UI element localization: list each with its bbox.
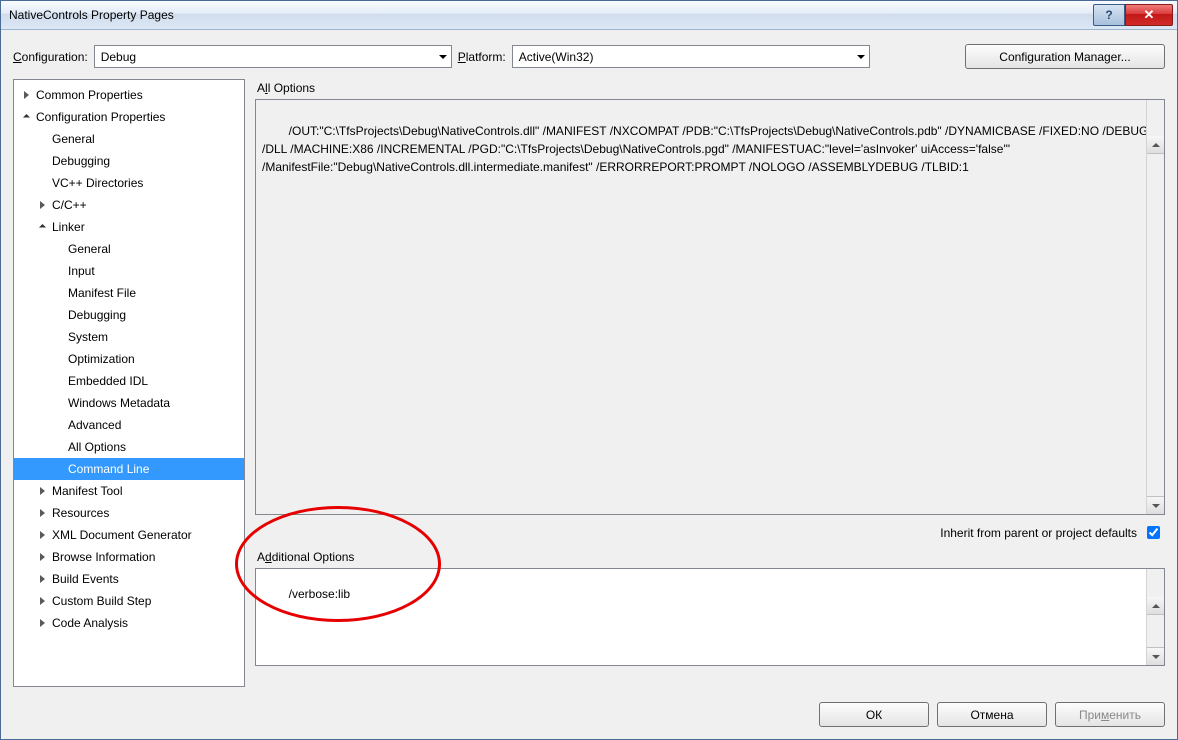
inherit-checkbox[interactable] xyxy=(1147,526,1160,539)
apply-button[interactable]: Применить xyxy=(1055,702,1165,727)
ok-button[interactable]: ОК xyxy=(819,702,929,727)
platform-value: Active(Win32) xyxy=(519,50,594,64)
tree-linker-system[interactable]: System xyxy=(14,326,244,348)
tree-panel[interactable]: Common Properties Configuration Properti… xyxy=(13,79,245,687)
tree-build-events[interactable]: Build Events xyxy=(14,568,244,590)
chevron-right-icon xyxy=(36,529,48,541)
chevron-right-icon xyxy=(36,507,48,519)
scroll-down-icon[interactable] xyxy=(1147,496,1164,514)
tree-common-properties[interactable]: Common Properties xyxy=(14,84,244,106)
platform-dropdown[interactable]: Active(Win32) xyxy=(512,45,870,68)
tree-xml-document-generator[interactable]: XML Document Generator xyxy=(14,524,244,546)
tree-linker-windows-metadata[interactable]: Windows Metadata xyxy=(14,392,244,414)
configuration-value: Debug xyxy=(101,50,136,64)
chevron-right-icon xyxy=(20,89,32,101)
inherit-label: Inherit from parent or project defaults xyxy=(940,526,1137,540)
chevron-down-icon xyxy=(20,111,32,123)
tree-resources[interactable]: Resources xyxy=(14,502,244,524)
tree-linker-optimization[interactable]: Optimization xyxy=(14,348,244,370)
close-icon: ✕ xyxy=(1144,7,1155,23)
chevron-down-icon xyxy=(36,221,48,233)
additional-options-textbox[interactable]: /verbose:lib xyxy=(255,568,1165,666)
tree-manifest-tool[interactable]: Manifest Tool xyxy=(14,480,244,502)
tree-linker-command-line[interactable]: Command Line xyxy=(14,458,244,480)
main-area: Common Properties Configuration Properti… xyxy=(1,79,1177,693)
top-controls: Configuration: Debug Platform: Active(Wi… xyxy=(1,30,1177,79)
additional-options-label: Additional Options xyxy=(255,548,1165,568)
tree-vcpp-directories[interactable]: VC++ Directories xyxy=(14,172,244,194)
chevron-right-icon xyxy=(36,199,48,211)
scroll-up-icon[interactable] xyxy=(1147,136,1164,154)
tree-linker-all-options[interactable]: All Options xyxy=(14,436,244,458)
tree-linker[interactable]: Linker xyxy=(14,216,244,238)
tree-linker-debugging[interactable]: Debugging xyxy=(14,304,244,326)
tree-code-analysis[interactable]: Code Analysis xyxy=(14,612,244,634)
scroll-down-icon[interactable] xyxy=(1147,647,1164,665)
tree-linker-embedded-idl[interactable]: Embedded IDL xyxy=(14,370,244,392)
configuration-dropdown[interactable]: Debug xyxy=(94,45,452,68)
chevron-right-icon xyxy=(36,573,48,585)
chevron-right-icon xyxy=(36,551,48,563)
tree-linker-input[interactable]: Input xyxy=(14,260,244,282)
all-options-textbox[interactable]: /OUT:"C:\TfsProjects\Debug\NativeControl… xyxy=(255,99,1165,515)
titlebar-buttons: ? ✕ xyxy=(1093,4,1173,26)
cancel-button[interactable]: Отмена xyxy=(937,702,1047,727)
chevron-right-icon xyxy=(36,485,48,497)
platform-label: Platform: xyxy=(458,50,506,64)
tree-ccpp[interactable]: C/C++ xyxy=(14,194,244,216)
titlebar: NativeControls Property Pages ? ✕ xyxy=(1,1,1177,30)
tree-general[interactable]: General xyxy=(14,128,244,150)
tree-linker-manifest-file[interactable]: Manifest File xyxy=(14,282,244,304)
dialog-window: NativeControls Property Pages ? ✕ Config… xyxy=(0,0,1178,740)
chevron-right-icon xyxy=(36,617,48,629)
tree-linker-general[interactable]: General xyxy=(14,238,244,260)
configuration-label: Configuration: xyxy=(13,50,88,64)
window-title: NativeControls Property Pages xyxy=(9,8,1093,22)
tree-configuration-properties[interactable]: Configuration Properties xyxy=(14,106,244,128)
tree-linker-advanced[interactable]: Advanced xyxy=(14,414,244,436)
scroll-up-icon[interactable] xyxy=(1147,597,1164,615)
scrollbar[interactable] xyxy=(1146,569,1164,665)
close-button[interactable]: ✕ xyxy=(1125,4,1173,26)
dialog-buttons: ОК Отмена Применить xyxy=(1,693,1177,739)
help-icon: ? xyxy=(1105,8,1112,22)
chevron-right-icon xyxy=(36,595,48,607)
tree-browse-information[interactable]: Browse Information xyxy=(14,546,244,568)
configuration-manager-button[interactable]: Configuration Manager... xyxy=(965,44,1165,69)
scrollbar[interactable] xyxy=(1146,100,1164,514)
all-options-label: All Options xyxy=(255,79,1165,99)
tree-custom-build-step[interactable]: Custom Build Step xyxy=(14,590,244,612)
command-line-page: All Options /OUT:"C:\TfsProjects\Debug\N… xyxy=(255,79,1165,687)
help-button[interactable]: ? xyxy=(1093,4,1125,26)
inherit-row: Inherit from parent or project defaults xyxy=(255,515,1165,548)
tree-debugging[interactable]: Debugging xyxy=(14,150,244,172)
